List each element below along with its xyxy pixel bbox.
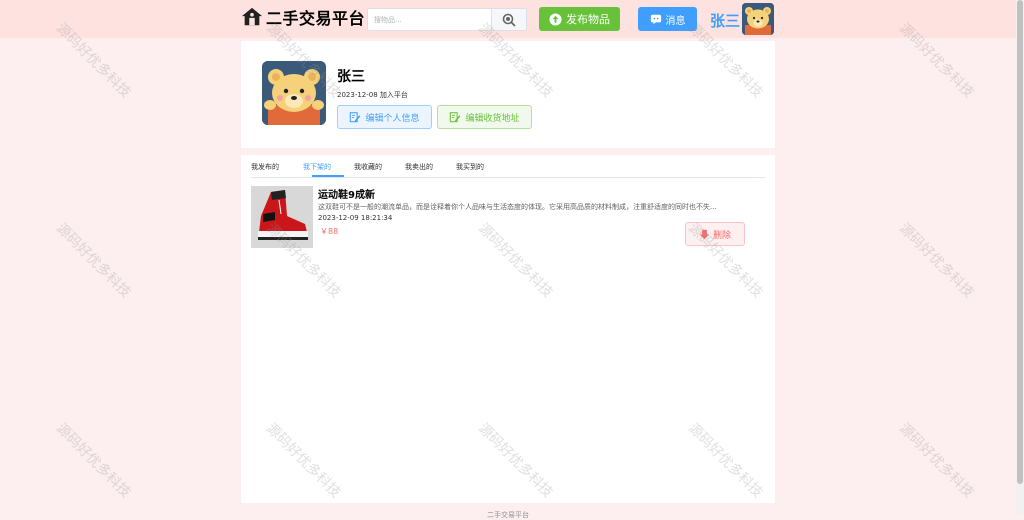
page-scrollbar[interactable] [1016, 0, 1024, 514]
tab-sold[interactable]: 我卖出的 [405, 162, 433, 172]
download-delete-icon [699, 229, 710, 239]
profile-card: 张三 2023-12-08 加入平台 编辑个人信息 编辑收货地址 [241, 41, 775, 148]
watermark: 源码好优多科技 [895, 220, 977, 302]
message-label: 消息 [665, 15, 686, 27]
item-image[interactable] [251, 186, 313, 248]
upload-icon [549, 12, 562, 26]
sneaker-image [251, 186, 313, 248]
edit-profile-label: 编辑个人信息 [365, 113, 420, 124]
profile-avatar [262, 61, 326, 125]
scrollbar-thumb[interactable] [1017, 0, 1023, 484]
edit-address-button[interactable]: 编辑收货地址 [437, 105, 532, 129]
tabs-bar: 我发布的 我下架的 我收藏的 我卖出的 我买到的 [251, 155, 765, 178]
item-price: ￥88 [320, 227, 339, 236]
tab-bought[interactable]: 我买到的 [456, 162, 484, 172]
search-icon [502, 13, 516, 27]
edit-address-label: 编辑收货地址 [465, 113, 520, 124]
item-title[interactable]: 运动鞋9成新 [318, 186, 375, 201]
footer-text: 二手交易平台 [487, 511, 529, 519]
address-edit-icon [450, 112, 461, 123]
watermark: 源码好优多科技 [52, 420, 134, 502]
profile-name: 张三 [337, 69, 365, 85]
house-icon [241, 7, 263, 26]
bear-avatar-icon [262, 61, 326, 125]
tab-delisted[interactable]: 我下架的 [303, 162, 331, 172]
search-box [367, 8, 527, 31]
nav-username[interactable]: 张三 [710, 10, 740, 31]
nav-avatar[interactable] [742, 3, 774, 35]
item-time: 2023-12-09 18:21:34 [318, 214, 393, 222]
edit-icon [350, 112, 361, 123]
message-button[interactable]: 消息 [638, 7, 697, 31]
watermark: 源码好优多科技 [52, 220, 134, 302]
tab-favorites[interactable]: 我收藏的 [354, 162, 382, 172]
edit-profile-button[interactable]: 编辑个人信息 [337, 105, 432, 129]
search-input[interactable] [368, 9, 498, 30]
publish-label: 发布物品 [566, 13, 610, 26]
profile-joined-date: 2023-12-08 加入平台 [337, 91, 408, 99]
publish-item-button[interactable]: 发布物品 [539, 7, 620, 31]
active-tab-indicator [312, 175, 344, 177]
logo-text: 二手交易平台 [266, 9, 366, 28]
search-button[interactable] [491, 9, 526, 30]
delete-button[interactable]: 删除 [685, 222, 745, 246]
content-card: 我发布的 我下架的 我收藏的 我卖出的 我买到的 运动鞋9成新 这双鞋可不是一般… [241, 155, 775, 503]
bear-avatar-icon [742, 3, 774, 35]
watermark: 源码好优多科技 [895, 420, 977, 502]
message-icon [650, 14, 661, 25]
item-description: 这双鞋可不是一般的潮流单品，而是诠释着你个人品味与生活态度的体现。它采用高品质的… [318, 203, 717, 211]
tab-published[interactable]: 我发布的 [251, 162, 279, 172]
site-logo[interactable]: 二手交易平台 [241, 5, 365, 29]
delete-label: 删除 [712, 230, 731, 241]
